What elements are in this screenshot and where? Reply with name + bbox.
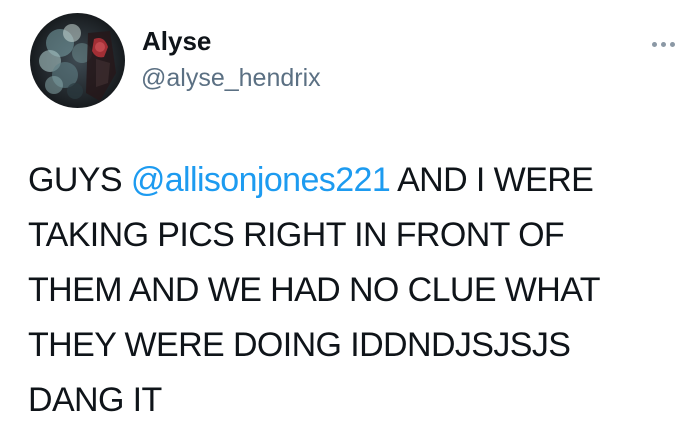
- tweet-text-line-2: TAKING PICS RIGHT IN FRONT OF: [28, 216, 565, 254]
- tweet-text-segment: AND I WERE: [390, 161, 594, 199]
- tweet-text-line-3: THEM AND WE HAD NO CLUE WHAT: [28, 271, 601, 309]
- more-horizontal-icon: [651, 41, 657, 47]
- tweet: Alyse @alyse_hendrix GUYS @allisonjones2…: [0, 0, 691, 432]
- more-options-button[interactable]: [643, 32, 683, 56]
- tweet-text-line-4: THEY WERE DOING IDDNDJSJSJS: [28, 326, 571, 364]
- more-horizontal-icon-dot: [669, 41, 675, 47]
- tweet-text: GUYS @allisonjones221 AND I WERE TAKING …: [28, 153, 678, 428]
- avatar-image: [30, 13, 125, 108]
- tweet-text-line-5: DANG IT: [28, 381, 162, 419]
- author-display-name[interactable]: Alyse: [142, 28, 211, 54]
- avatar[interactable]: [30, 13, 125, 108]
- author-handle[interactable]: @alyse_hendrix: [141, 66, 321, 91]
- more-horizontal-icon-dot: [660, 41, 666, 47]
- tweet-text-segment: GUYS: [28, 161, 131, 199]
- tweet-text-line-1: GUYS @allisonjones221 AND I WERE: [28, 153, 678, 208]
- mention-link[interactable]: @allisonjones221: [131, 161, 391, 199]
